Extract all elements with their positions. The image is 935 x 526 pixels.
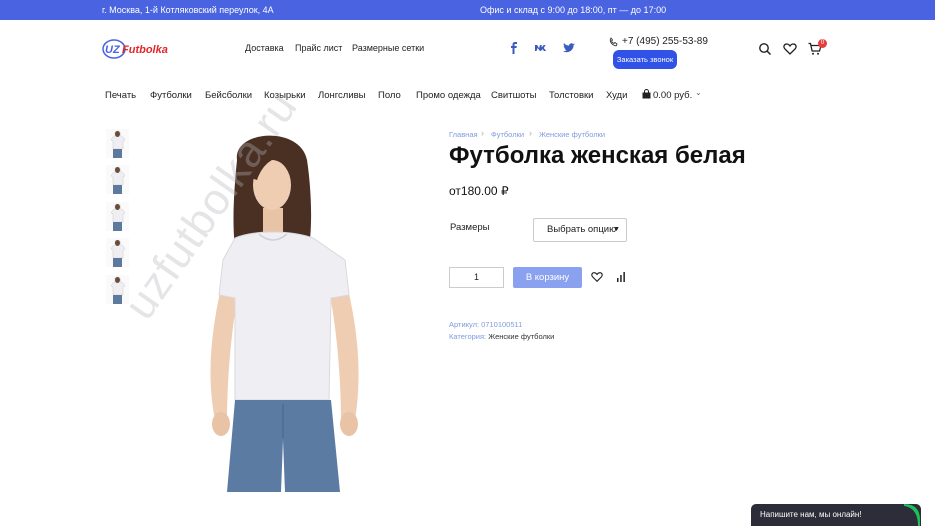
- sizes-label: Размеры: [450, 222, 490, 233]
- product-title: Футболка женская белая: [449, 142, 746, 169]
- callback-button[interactable]: Заказать звонок: [613, 50, 677, 69]
- caret-down-icon: ▼: [613, 226, 620, 233]
- breadcrumb-womens[interactable]: Женские футболки: [539, 130, 605, 139]
- cart-count-badge: 0: [818, 39, 827, 48]
- wishlist-icon[interactable]: [591, 271, 603, 283]
- phone-icon: [609, 37, 618, 47]
- vk-icon[interactable]: [535, 42, 547, 54]
- nav-price-list[interactable]: Прайс лист: [295, 43, 342, 53]
- size-select[interactable]: Выбрать опцию ▼: [533, 218, 627, 242]
- compare-icon[interactable]: [615, 271, 627, 283]
- thumbnail[interactable]: [106, 165, 129, 194]
- wishlist-icon[interactable]: [783, 42, 797, 56]
- search-icon[interactable]: [758, 42, 772, 56]
- thumbnail[interactable]: [106, 202, 129, 231]
- cat-polo[interactable]: Поло: [378, 90, 401, 101]
- sku-row: Артикул: 0710100511: [449, 320, 522, 329]
- cat-caps[interactable]: Бейсболки: [205, 90, 252, 101]
- sku-label: Артикул:: [449, 320, 480, 329]
- category-link[interactable]: Женские футболки: [488, 332, 554, 341]
- cat-longsleeves[interactable]: Лонгсливы: [318, 90, 366, 101]
- add-to-cart-button[interactable]: В корзину: [513, 267, 582, 288]
- thumbnail[interactable]: [106, 238, 129, 267]
- twitter-icon[interactable]: [563, 42, 575, 54]
- product-price: от180.00 ₽: [449, 184, 509, 198]
- chat-widget[interactable]: Напишите нам, мы онлайн!: [751, 504, 921, 526]
- cat-hoodie[interactable]: Худи: [606, 90, 627, 101]
- size-select-value: Выбрать опцию: [547, 224, 617, 235]
- cat-promo[interactable]: Промо одежда: [416, 90, 481, 101]
- cat-tshirts[interactable]: Футболки: [150, 90, 192, 101]
- thumbnail[interactable]: [106, 129, 129, 158]
- chevron-right-icon: ›: [481, 128, 484, 138]
- chevron-down-icon[interactable]: ⌄: [695, 88, 702, 97]
- chevron-right-icon: ›: [529, 128, 532, 138]
- svg-text:Futbolka: Futbolka: [122, 44, 168, 56]
- cat-sweatshirts[interactable]: Свитшоты: [491, 90, 536, 101]
- product-image[interactable]: [135, 120, 415, 492]
- facebook-icon[interactable]: [508, 42, 520, 54]
- category-label: Категория:: [449, 332, 487, 341]
- nav-delivery[interactable]: Доставка: [245, 43, 284, 53]
- nav-size-charts[interactable]: Размерные сетки: [352, 43, 424, 53]
- svg-text:UZ: UZ: [105, 44, 121, 56]
- cart-total[interactable]: 0.00 руб.: [653, 90, 692, 101]
- breadcrumb-tshirts[interactable]: Футболки: [491, 130, 524, 139]
- bag-icon[interactable]: [642, 89, 651, 99]
- hours-text: Офис и склад с 9:00 до 18:00, пт — до 17…: [480, 5, 667, 15]
- sku-value: 0710100511: [481, 320, 523, 329]
- category-row: Категория: Женские футболки: [449, 332, 554, 341]
- logo[interactable]: UZ Futbolka: [102, 36, 176, 62]
- quantity-input[interactable]: 1: [449, 267, 504, 288]
- top-bar: г. Москва, 1-й Котляковский переулок, 4А…: [0, 0, 935, 20]
- cat-print[interactable]: Печать: [105, 90, 136, 101]
- breadcrumb-home[interactable]: Главная: [449, 130, 478, 139]
- address-text: г. Москва, 1-й Котляковский переулок, 4А: [102, 5, 274, 15]
- cat-hoodies[interactable]: Толстовки: [549, 90, 593, 101]
- chat-accent: [904, 504, 920, 526]
- phone-number[interactable]: +7 (495) 255-53-89: [622, 36, 708, 47]
